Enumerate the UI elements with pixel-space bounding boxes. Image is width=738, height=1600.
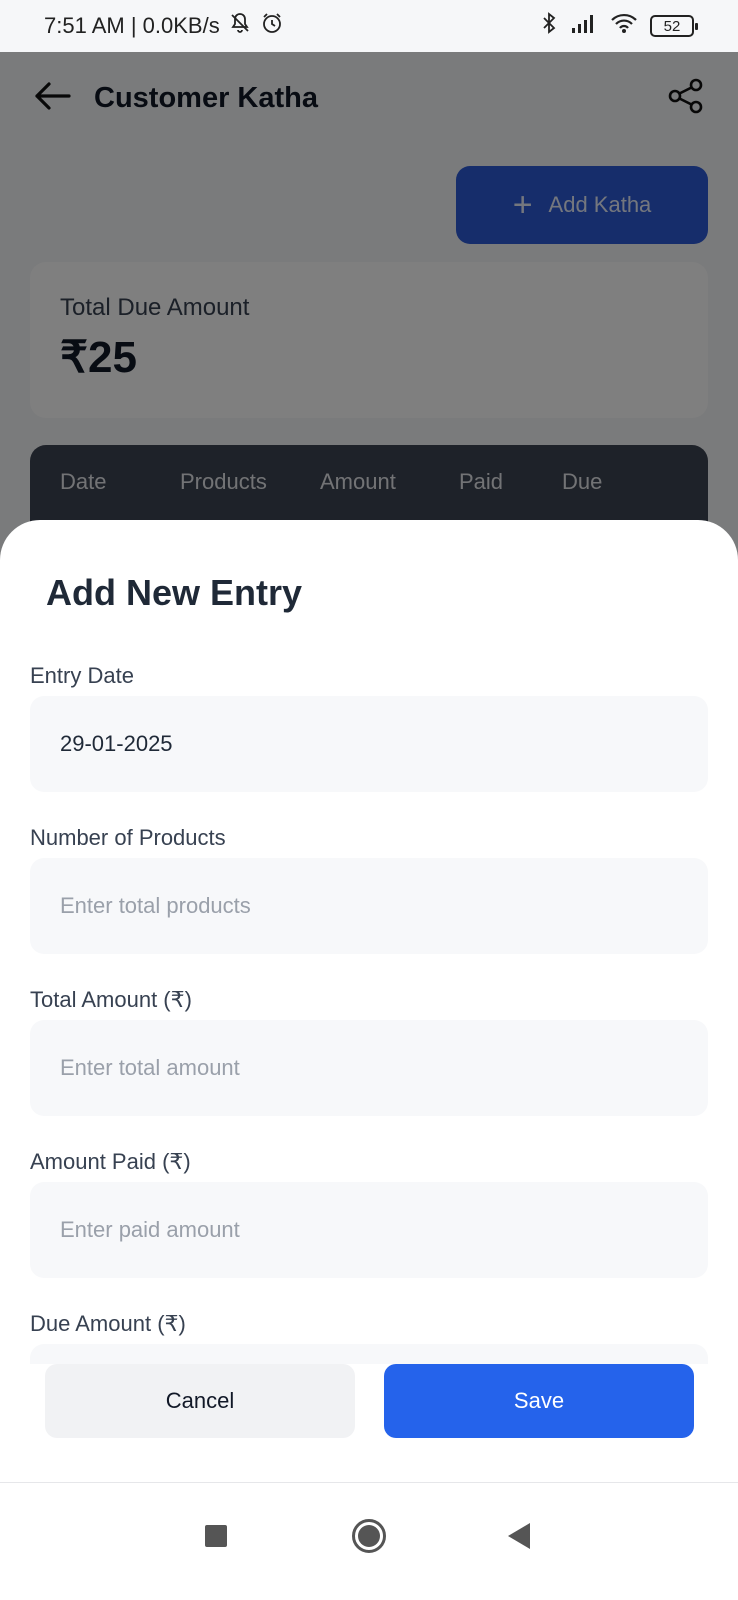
system-back-icon[interactable] [508, 1523, 530, 1549]
save-button[interactable]: Save [384, 1364, 694, 1438]
total-amount-label: Total Amount (₹) [30, 987, 192, 1012]
amount-paid-input[interactable]: Enter paid amount [30, 1182, 708, 1278]
total-amount-input[interactable]: Enter total amount [30, 1020, 708, 1116]
home-icon-dot [358, 1525, 380, 1547]
products-label: Number of Products [30, 825, 226, 850]
wifi-icon [610, 12, 638, 40]
cancel-button[interactable]: Cancel [45, 1364, 355, 1438]
home-icon[interactable] [352, 1519, 386, 1553]
alarm-icon [260, 11, 284, 41]
due-amount-label: Due Amount (₹) [30, 1311, 186, 1336]
status-time: 7:51 AM | 0.0KB/s [44, 13, 220, 38]
status-bar: 7:51 AM | 0.0KB/s 52 [0, 0, 738, 52]
battery-icon: 52 [650, 15, 698, 37]
system-nav-bar [0, 1482, 738, 1600]
entry-date-field[interactable]: 29-01-2025 [30, 696, 708, 792]
status-right: 52 [540, 11, 698, 41]
sheet-title: Add New Entry [46, 572, 303, 613]
status-left: 7:51 AM | 0.0KB/s [44, 11, 284, 41]
products-input[interactable]: Enter total products [30, 858, 708, 954]
entry-date-label: Entry Date [30, 663, 134, 688]
bluetooth-icon [540, 11, 558, 41]
add-entry-sheet: Add New Entry Entry Date 29-01-2025 Numb… [0, 520, 738, 1600]
mute-icon [228, 11, 252, 41]
signal-icon [570, 12, 598, 40]
recent-apps-icon[interactable] [205, 1525, 227, 1547]
sheet-actions: Cancel Save [0, 1364, 738, 1484]
amount-paid-label: Amount Paid (₹) [30, 1149, 191, 1174]
